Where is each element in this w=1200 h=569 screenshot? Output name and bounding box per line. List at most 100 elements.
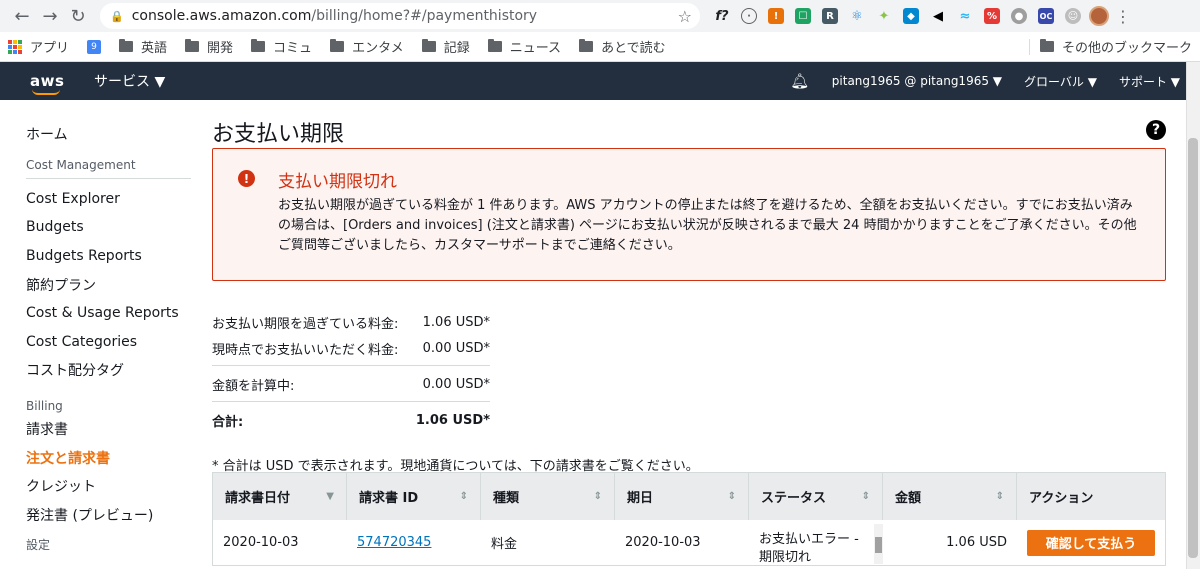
sidebar-item-credits[interactable]: クレジット: [26, 472, 191, 501]
column-header-invoice-id[interactable]: 請求書 ID ⇕: [347, 473, 481, 520]
bookmark-folder-label: 開発: [207, 41, 234, 56]
services-menu[interactable]: サービス ▼: [94, 71, 165, 91]
folder-icon: [421, 39, 436, 52]
status-text: お支払いエラー - 期限切れ: [759, 531, 859, 565]
sort-icon: ⇕: [593, 491, 602, 502]
column-header-label: 請求書 ID: [359, 491, 419, 506]
column-header-due-date[interactable]: 期日 ⇕: [615, 473, 749, 520]
sidebar-item-savings-plans[interactable]: 節約プラン: [26, 270, 191, 299]
bookmark-folder-entertainment[interactable]: エンタメ: [330, 37, 404, 56]
scrollbar-thumb[interactable]: [1188, 138, 1198, 558]
alert-error-icon: !: [238, 170, 255, 187]
column-header-invoice-date[interactable]: 請求書日付 ▼: [213, 473, 347, 520]
column-header-label: 請求書日付: [225, 491, 291, 506]
column-header-type[interactable]: 種類 ⇕: [481, 473, 615, 520]
sidebar-section-billing: Billing: [26, 398, 63, 413]
aws-logo[interactable]: aws: [30, 72, 66, 95]
sort-icon: ⇕: [727, 491, 736, 502]
cell-due-date: 2020-10-03: [625, 535, 701, 550]
back-icon[interactable]: ←: [8, 2, 36, 30]
sidebar: ホーム Cost Management Cost Explorer Budget…: [0, 100, 191, 569]
review-and-pay-button[interactable]: 確認して支払う: [1027, 529, 1155, 556]
summary-label: 合計:: [212, 415, 244, 430]
extension-red-icon[interactable]: %: [984, 8, 1000, 24]
extension-orange-icon[interactable]: !: [768, 8, 784, 24]
column-header-status[interactable]: ステータス ⇕: [749, 473, 883, 520]
sidebar-item-home[interactable]: ホーム: [26, 120, 191, 149]
extension-dot-icon[interactable]: ●: [1011, 8, 1027, 24]
menu-dots-icon[interactable]: ⋮: [1115, 7, 1131, 26]
cell-status: お支払いエラー - 期限切れ: [749, 520, 883, 565]
summary-value: 1.06 USD*: [415, 413, 490, 428]
sort-desc-icon: ▼: [326, 491, 334, 502]
aws-logo-text: aws: [30, 72, 65, 90]
bookmark-folder-news[interactable]: ニュース: [487, 37, 562, 56]
sidebar-item-cost-explorer[interactable]: Cost Explorer: [26, 185, 191, 214]
column-header-amount[interactable]: 金額 ⇕: [883, 473, 1017, 520]
bookmark-apps[interactable]: アプリ: [8, 37, 69, 56]
sidebar-item-cost-categories[interactable]: Cost Categories: [26, 328, 191, 357]
cell-invoice-date: 2020-10-03: [223, 535, 299, 550]
summary-row-total: 合計: 1.06 USD*: [212, 401, 490, 433]
reload-icon[interactable]: ↻: [64, 2, 92, 30]
extension-circle-icon[interactable]: ·: [741, 8, 757, 24]
status-cell-scrollbar[interactable]: [874, 524, 883, 564]
invoice-id-link[interactable]: 574720345: [347, 520, 481, 565]
column-header-label: アクション: [1029, 491, 1094, 506]
bookmark-folder-english[interactable]: 英語: [119, 37, 167, 56]
sidebar-section-cost-management: Cost Management: [26, 155, 191, 179]
sidebar-item-budgets-reports[interactable]: Budgets Reports: [26, 242, 191, 271]
bookmark-folder-label: エンタメ: [352, 41, 404, 56]
bookmark-other[interactable]: その他のブックマーク: [1028, 37, 1192, 56]
extension-leaf-icon[interactable]: ✦: [876, 8, 892, 24]
forward-icon[interactable]: →: [36, 2, 64, 30]
sidebar-item-bills[interactable]: 請求書: [26, 415, 191, 444]
sidebar-item-cost-allocation-tags[interactable]: コスト配分タグ: [26, 356, 191, 385]
support-menu[interactable]: サポート ▼: [1119, 73, 1180, 90]
extension-oc-icon[interactable]: OC: [1038, 8, 1054, 24]
extension-hex-icon[interactable]: ◆: [903, 8, 919, 24]
profile-avatar[interactable]: [1089, 6, 1109, 26]
column-header-label: ステータス: [761, 491, 827, 506]
account-menu[interactable]: pitang1965 @ pitang1965 ▼: [832, 74, 1002, 88]
bookmark-calendar[interactable]: 9: [87, 39, 102, 54]
extension-grey-icon[interactable]: R: [822, 8, 838, 24]
bookmark-folder-label: 英語: [141, 41, 168, 56]
sidebar-item-cost-usage-reports[interactable]: Cost & Usage Reports: [26, 299, 191, 328]
url-path: /billing/home?#/paymenthistory: [311, 8, 538, 24]
bookmark-folder-label: ニュース: [509, 41, 562, 56]
region-menu[interactable]: グローバル ▼: [1024, 73, 1097, 90]
folder-icon: [330, 39, 345, 52]
page-scrollbar[interactable]: [1186, 62, 1200, 569]
extension-green-icon[interactable]: ☐: [795, 8, 811, 24]
sidebar-item-budgets[interactable]: Budgets: [26, 213, 191, 242]
bookmark-folder-label: 記録: [443, 41, 470, 56]
sort-icon: ⇕: [861, 491, 870, 502]
summary-row-due-now: 現時点でお支払いいただく料金: 0.00 USD*: [212, 335, 490, 361]
folder-icon: [251, 39, 266, 52]
formula-extension-icon[interactable]: f?: [714, 8, 730, 24]
extension-fish-icon[interactable]: ◀: [930, 8, 946, 24]
sort-icon: ⇕: [995, 491, 1004, 502]
bookmark-folder-records[interactable]: 記録: [421, 37, 470, 56]
alert-title: 支払い期限切れ: [278, 172, 397, 192]
bookmark-star-icon[interactable]: ☆: [678, 7, 692, 26]
bookmark-folder-read-later[interactable]: あとで読む: [579, 37, 666, 56]
table-row: 2020-10-03 574720345 料金 2020-10-03 お支払いエ…: [213, 520, 1165, 565]
payment-summary: お支払い期限を過ぎている料金: 1.06 USD* 現時点でお支払いいただく料金…: [212, 309, 490, 433]
aws-top-nav: aws サービス ▼ 🔔︎ pitang1965 @ pitang1965 ▼ …: [0, 62, 1200, 100]
address-bar[interactable]: 🔒 console.aws.amazon.com /billing/home?#…: [100, 3, 700, 29]
help-icon[interactable]: ?: [1146, 120, 1166, 140]
bookmark-folder-community[interactable]: コミュ: [251, 37, 312, 56]
bell-icon[interactable]: 🔔︎: [790, 71, 810, 91]
extension-face-icon[interactable]: ☺: [1065, 8, 1081, 24]
sidebar-item-purchase-orders[interactable]: 発注書 (プレビュー): [26, 501, 191, 530]
apps-grid-icon: [8, 39, 22, 54]
url-host: console.aws.amazon.com: [131, 8, 312, 24]
sidebar-item-orders-invoices[interactable]: 注文と請求書: [26, 443, 191, 472]
summary-row-overdue: お支払い期限を過ぎている料金: 1.06 USD*: [212, 309, 490, 335]
bookmark-separator: [1028, 38, 1030, 55]
bookmark-folder-dev[interactable]: 開発: [185, 37, 233, 56]
extension-wave-icon[interactable]: ≈: [957, 8, 973, 24]
react-devtools-icon[interactable]: ⚛: [849, 8, 865, 24]
